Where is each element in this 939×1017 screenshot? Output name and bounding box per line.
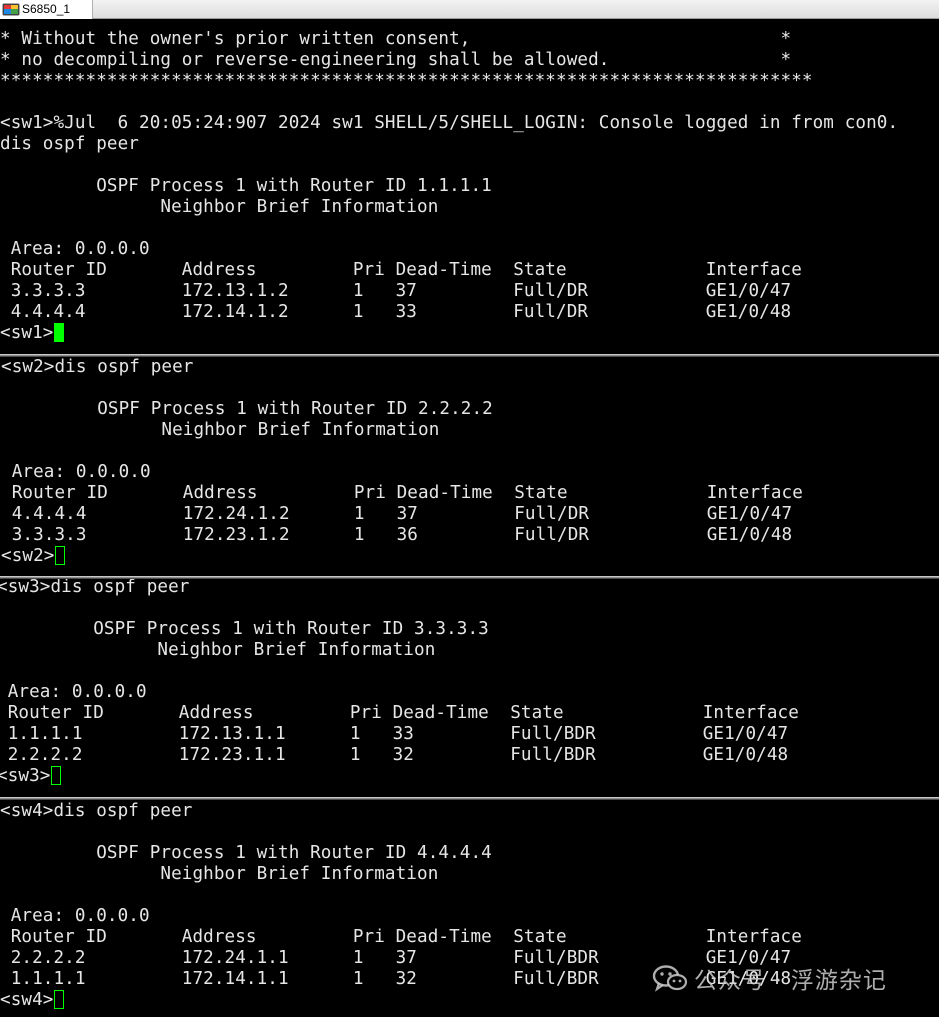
- terminal-line: Router ID Address Pri Dead-Time State In…: [0, 260, 802, 280]
- title-bar: S6850_1: [0, 0, 939, 19]
- wechat-icon: [652, 965, 688, 992]
- terminal-pane-sw3[interactable]: <sw3>dis ospf peer OSPF Process 1 with R…: [0, 579, 939, 797]
- terminal-line: ****************************************…: [0, 71, 813, 91]
- terminal-line: <sw1>%Jul 6 20:05:24:907 2024 sw1 SHELL/…: [0, 113, 899, 133]
- text-cursor: [51, 766, 62, 785]
- terminal-line: * no decompiling or reverse-engineering …: [0, 50, 792, 70]
- terminal-pane-sw2[interactable]: <sw2>dis ospf peer OSPF Process 1 with R…: [0, 357, 939, 576]
- terminal-line: OSPF Process 1 with Router ID 3.3.3.3: [0, 619, 489, 639]
- terminal-line: <sw2>dis ospf peer: [1, 357, 194, 377]
- prompt-line[interactable]: <sw4>: [0, 990, 65, 1011]
- shell-prompt: <sw1>: [0, 323, 54, 343]
- prompt-line[interactable]: <sw3>: [0, 766, 62, 787]
- terminal-line: Neighbor Brief Information: [0, 197, 439, 217]
- terminal-line: OSPF Process 1 with Router ID 4.4.4.4: [0, 843, 492, 863]
- session-tab-label: S6850_1: [22, 2, 71, 16]
- terminal-line: 3.3.3.3 172.13.1.2 1 37 Full/DR GE1/0/47: [0, 281, 792, 301]
- shell-prompt: <sw2>: [1, 546, 55, 566]
- terminal-line: 1.1.1.1 172.13.1.1 1 33 Full/BDR GE1/0/4…: [0, 724, 789, 744]
- prompt-line[interactable]: <sw1>: [0, 323, 65, 344]
- terminal-line: Router ID Address Pri Dead-Time State In…: [0, 927, 802, 947]
- terminal-line: Neighbor Brief Information: [0, 864, 439, 884]
- terminal-session-icon: [2, 3, 20, 16]
- terminal-line: Area: 0.0.0.0: [0, 682, 147, 702]
- terminal-line: <sw4>dis ospf peer: [0, 801, 193, 821]
- terminal-line: <sw3>dis ospf peer: [0, 579, 190, 597]
- terminal-line: * Without the owner's prior written cons…: [0, 29, 792, 49]
- terminal-line: 2.2.2.2 172.23.1.1 1 32 Full/BDR GE1/0/4…: [0, 745, 789, 765]
- terminal-line: Router ID Address Pri Dead-Time State In…: [0, 703, 799, 723]
- shell-prompt: <sw3>: [0, 766, 51, 786]
- text-cursor: [54, 323, 65, 342]
- watermark: 公众号 · 浮游杂记: [652, 962, 887, 994]
- terminal-line: 3.3.3.3 172.23.1.2 1 36 Full/DR GE1/0/48: [1, 525, 793, 545]
- terminal-line: Neighbor Brief Information: [0, 640, 436, 660]
- terminal-pane-sw1[interactable]: * Without the owner's prior written cons…: [0, 20, 939, 354]
- prompt-line[interactable]: <sw2>: [1, 546, 66, 567]
- terminal-line: Router ID Address Pri Dead-Time State In…: [1, 483, 803, 503]
- watermark-text: 公众号 · 浮游杂记: [694, 968, 887, 994]
- text-cursor: [54, 990, 65, 1009]
- terminal-line: 4.4.4.4 172.24.1.2 1 37 Full/DR GE1/0/47: [1, 504, 793, 524]
- shell-prompt: <sw4>: [0, 990, 54, 1010]
- terminal-line: Neighbor Brief Information: [1, 420, 440, 440]
- terminal-line: Area: 0.0.0.0: [1, 462, 151, 482]
- terminal-line: dis ospf peer: [0, 134, 140, 154]
- terminal-line: OSPF Process 1 with Router ID 2.2.2.2: [1, 399, 493, 419]
- terminal-line: Area: 0.0.0.0: [0, 239, 150, 259]
- terminal-line: 4.4.4.4 172.14.1.2 1 33 Full/DR GE1/0/48: [0, 302, 792, 322]
- terminal-line: OSPF Process 1 with Router ID 1.1.1.1: [0, 176, 492, 196]
- text-cursor: [55, 546, 66, 565]
- terminal-line: Area: 0.0.0.0: [0, 906, 150, 926]
- session-tab[interactable]: S6850_1: [0, 0, 93, 19]
